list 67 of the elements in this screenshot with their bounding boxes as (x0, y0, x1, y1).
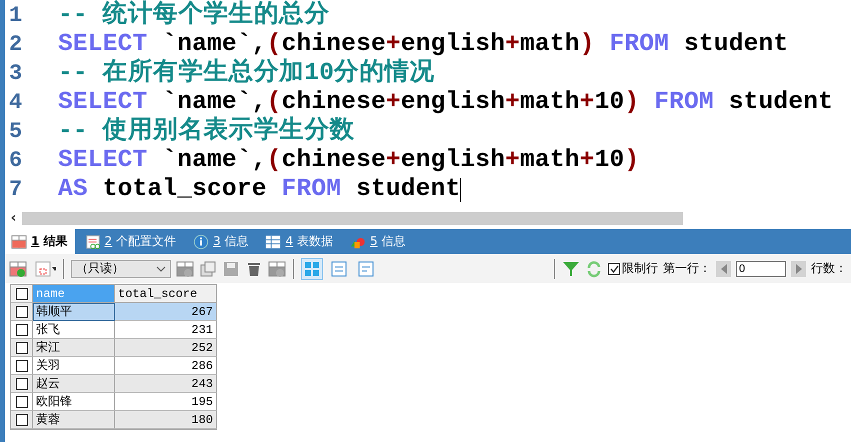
previous-button[interactable] (716, 260, 731, 276)
row-checkbox[interactable] (16, 378, 28, 390)
triangle-left-icon (720, 264, 726, 274)
grid-view-button[interactable] (301, 258, 323, 280)
result-tab[interactable]: 1 结果 (5, 229, 75, 254)
header-checkbox-cell[interactable] (11, 285, 33, 303)
table-cell: 195 (115, 393, 217, 411)
line-number: 3 (8, 61, 24, 86)
line-number: 7 (8, 177, 24, 202)
scroll-left-button[interactable]: ‹ (5, 211, 22, 226)
code-line: -- 统计每个学生的总分 (58, 1, 330, 30)
copy-icon[interactable] (199, 260, 217, 278)
chevron-down-icon (156, 266, 166, 272)
scrollbar-thumb[interactable] (22, 212, 683, 225)
first-row-label: 第一行： (663, 260, 711, 277)
result-tab[interactable]: 3 信息 (187, 229, 256, 254)
code-line: SELECT `name`,(chinese+english+math) FROM student (58, 30, 788, 58)
document-icon[interactable] (84, 234, 101, 250)
mode-dropdown[interactable]: （只读） (71, 260, 171, 278)
column-header[interactable]: total_score (115, 285, 217, 303)
line-number: 2 (8, 32, 24, 57)
filter-icon[interactable] (562, 260, 580, 278)
delete-row-icon[interactable] (268, 260, 286, 278)
limit-rows-checkbox[interactable] (608, 262, 620, 274)
table-icon[interactable] (11, 234, 27, 250)
table-cell: 252 (115, 339, 217, 357)
line-number: 5 (8, 119, 24, 144)
row-checkbox[interactable] (16, 324, 28, 336)
info-icon[interactable] (193, 234, 210, 250)
first-row-input[interactable]: 0 (736, 260, 786, 276)
table-icon[interactable] (265, 234, 282, 250)
result-tab[interactable]: 2 个配置文件 (78, 229, 184, 254)
table-cell: 欧阳锋 (33, 393, 115, 411)
table-cell: 286 (115, 357, 217, 375)
table-cell: 231 (115, 321, 217, 339)
table-cell: 267 (115, 303, 217, 321)
result-tab[interactable]: 4 表数据 (259, 229, 340, 254)
limit-rows-label: 限制行 (622, 260, 658, 277)
result-tab[interactable]: 5 信息 (344, 229, 412, 254)
row-checkbox[interactable] (16, 414, 28, 426)
row-checkbox[interactable] (16, 360, 28, 372)
row-checkbox[interactable] (16, 396, 28, 408)
row-count-label: 行数： (811, 260, 847, 277)
code-line: -- 在所有学生总分加10分的情况 (58, 59, 435, 88)
row-checkbox[interactable] (16, 342, 28, 354)
table-cell: 关羽 (33, 357, 115, 375)
code-line: AS total_score FROM student (58, 175, 460, 204)
line-number: 4 (8, 90, 24, 115)
line-number: 6 (8, 148, 24, 173)
table-cell: 180 (115, 411, 217, 429)
code-line: SELECT `name`,(chinese+english+math+10) (58, 146, 640, 175)
next-button[interactable] (791, 260, 806, 276)
add-row-icon[interactable] (9, 260, 27, 278)
table-cell: 宋江 (33, 339, 115, 357)
code-line: SELECT `name`,(chinese+english+math+10) FROM student (58, 88, 834, 116)
table-cell: 赵云 (33, 375, 115, 393)
triangle-right-icon (796, 264, 802, 274)
text-cursor (460, 178, 462, 202)
save-icon[interactable] (222, 260, 240, 278)
row-checkbox[interactable] (16, 306, 28, 318)
table-cell: 243 (115, 375, 217, 393)
table-cell: 黄蓉 (33, 411, 115, 429)
line-number: 1 (8, 3, 24, 28)
insert-row-icon[interactable] (176, 260, 194, 278)
table-cell: 韩顺平 (33, 303, 115, 321)
code-line: -- 使用别名表示学生分数 (58, 117, 355, 146)
table-cell: 张飞 (33, 321, 115, 339)
